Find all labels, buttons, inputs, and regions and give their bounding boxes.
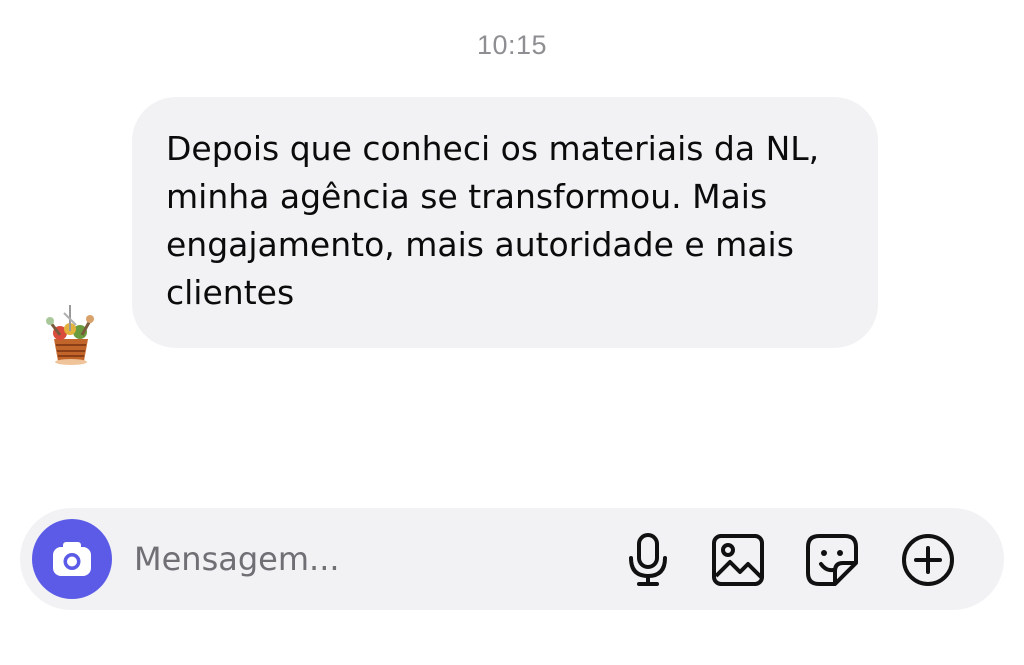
- incoming-message-row: Depois que conheci os materiais da NL, m…: [0, 97, 1024, 367]
- sender-avatar[interactable]: [40, 299, 102, 367]
- message-timestamp: 10:15: [476, 30, 548, 60]
- sticker-button[interactable]: [804, 532, 860, 588]
- message-composer: [20, 508, 1004, 610]
- plus-circle-icon: [902, 534, 954, 586]
- gallery-button[interactable]: [710, 532, 766, 588]
- microphone-icon: [629, 533, 667, 586]
- message-bubble[interactable]: Depois que conheci os materiais da NL, m…: [132, 97, 878, 348]
- direct-message-screen: 10:15 Depois que conheci os materiais da…: [0, 0, 1024, 665]
- more-options-button[interactable]: [900, 532, 956, 588]
- image-icon: [712, 534, 764, 586]
- camera-icon: [53, 542, 91, 576]
- message-input[interactable]: [134, 534, 594, 584]
- message-text: Depois que conheci os materiais da NL, m…: [166, 129, 820, 312]
- sticker-icon: [806, 534, 858, 586]
- camera-button[interactable]: [32, 519, 112, 599]
- microphone-button[interactable]: [620, 532, 676, 588]
- avatar-image: [46, 305, 94, 365]
